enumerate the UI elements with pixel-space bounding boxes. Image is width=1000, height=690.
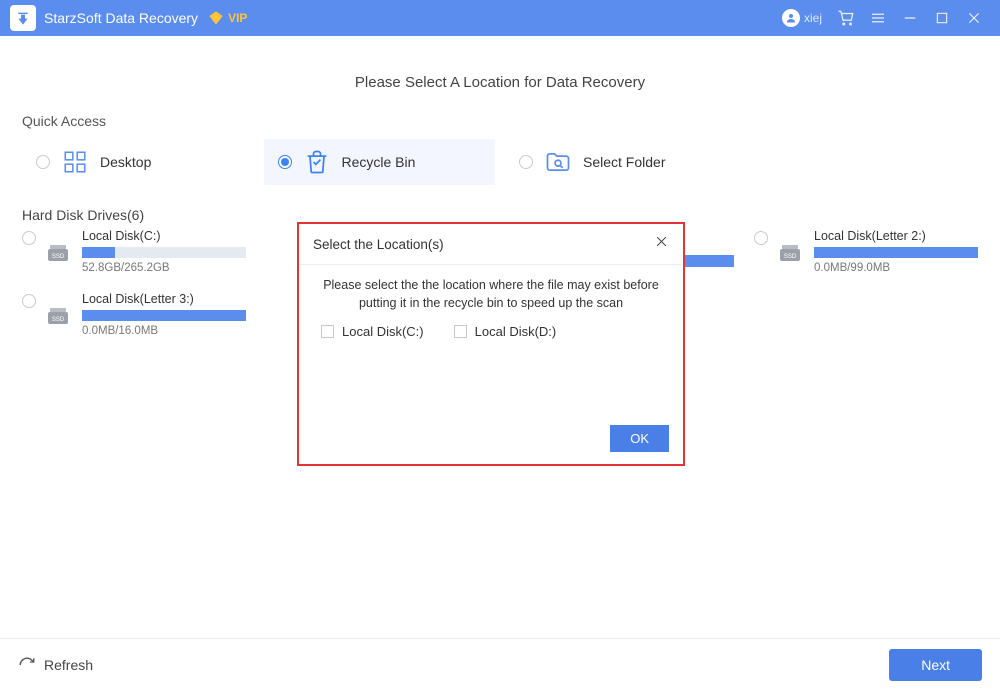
select-location-modal: Select the Location(s) Please select the…: [297, 222, 685, 466]
modal-ok-button[interactable]: OK: [610, 425, 669, 452]
radio-desktop[interactable]: [36, 155, 50, 169]
quick-access-row: Desktop Recycle Bin Select Folder: [22, 139, 978, 185]
hard-drives-title: Hard Disk Drives(6): [22, 207, 978, 223]
drive-letter2-name: Local Disk(Letter 2:): [814, 229, 978, 243]
svg-text:SSD: SSD: [784, 254, 797, 260]
radio-drive-letter3[interactable]: [22, 294, 36, 308]
recycle-bin-icon: [302, 147, 332, 177]
cart-button[interactable]: [830, 0, 862, 36]
drive-c[interactable]: SSD Local Disk(C:) 52.8GB/265.2GB: [22, 229, 246, 274]
radio-select-folder[interactable]: [519, 155, 533, 169]
minimize-button[interactable]: [894, 0, 926, 36]
desktop-icon: [60, 147, 90, 177]
modal-check-d[interactable]: Local Disk(D:): [454, 324, 557, 339]
refresh-button[interactable]: Refresh: [18, 656, 93, 674]
select-folder-label: Select Folder: [583, 154, 665, 170]
modal-opt-d-label: Local Disk(D:): [475, 324, 557, 339]
drive-c-size: 52.8GB/265.2GB: [82, 262, 246, 274]
refresh-icon: [18, 656, 36, 674]
radio-recycle-bin[interactable]: [278, 155, 292, 169]
checkbox-c[interactable]: [321, 325, 334, 338]
svg-text:SSD: SSD: [52, 317, 65, 323]
vip-badge: VIP: [208, 10, 247, 26]
quick-access-title: Quick Access: [22, 113, 978, 129]
desktop-label: Desktop: [100, 154, 151, 170]
radio-drive-c[interactable]: [22, 231, 36, 245]
user-avatar-icon: [782, 9, 800, 27]
diamond-icon: [208, 10, 224, 26]
next-button[interactable]: Next: [889, 649, 982, 681]
quick-access-select-folder[interactable]: Select Folder: [505, 139, 737, 185]
ssd-icon: SSD: [46, 306, 72, 326]
radio-drive-letter2[interactable]: [754, 231, 768, 245]
modal-title: Select the Location(s): [313, 237, 444, 252]
modal-opt-c-label: Local Disk(C:): [342, 324, 424, 339]
page-header: Please Select A Location for Data Recove…: [22, 36, 978, 109]
quick-access-desktop[interactable]: Desktop: [22, 139, 254, 185]
workspace: Please Select A Location for Data Recove…: [0, 36, 1000, 638]
maximize-button[interactable]: [926, 0, 958, 36]
quick-access-spacer: [747, 139, 979, 185]
modal-check-c[interactable]: Local Disk(C:): [321, 324, 424, 339]
drive-letter3-size: 0.0MB/16.0MB: [82, 325, 246, 337]
drive-letter2-bar: [814, 247, 978, 258]
modal-close-button[interactable]: [654, 234, 669, 254]
drive-letter2[interactable]: SSD Local Disk(Letter 2:) 0.0MB/99.0MB: [754, 229, 978, 274]
app-title: StarzSoft Data Recovery: [44, 10, 198, 26]
modal-message: Please select the the location where the…: [317, 271, 665, 324]
drive-letter2-size: 0.0MB/99.0MB: [814, 262, 978, 274]
drive-c-bar: [82, 247, 246, 258]
drive-letter3-name: Local Disk(Letter 3:): [82, 292, 246, 306]
checkbox-d[interactable]: [454, 325, 467, 338]
svg-text:SSD: SSD: [52, 254, 65, 260]
user-name: xiej: [804, 11, 822, 25]
app-logo-icon: [10, 5, 36, 31]
refresh-label: Refresh: [44, 657, 93, 673]
drive-letter3[interactable]: SSD Local Disk(Letter 3:) 0.0MB/16.0MB: [22, 292, 246, 337]
ssd-icon: SSD: [778, 243, 804, 263]
titlebar: StarzSoft Data Recovery VIP xiej: [0, 0, 1000, 36]
menu-button[interactable]: [862, 0, 894, 36]
vip-label: VIP: [228, 11, 247, 25]
drive-c-name: Local Disk(C:): [82, 229, 246, 243]
ssd-icon: SSD: [46, 243, 72, 263]
close-button[interactable]: [958, 0, 990, 36]
user-chip[interactable]: xiej: [782, 9, 822, 27]
quick-access-recycle-bin[interactable]: Recycle Bin: [264, 139, 496, 185]
folder-search-icon: [543, 147, 573, 177]
drive-letter3-bar: [82, 310, 246, 321]
footer: Refresh Next: [0, 638, 1000, 690]
recycle-bin-label: Recycle Bin: [342, 154, 416, 170]
